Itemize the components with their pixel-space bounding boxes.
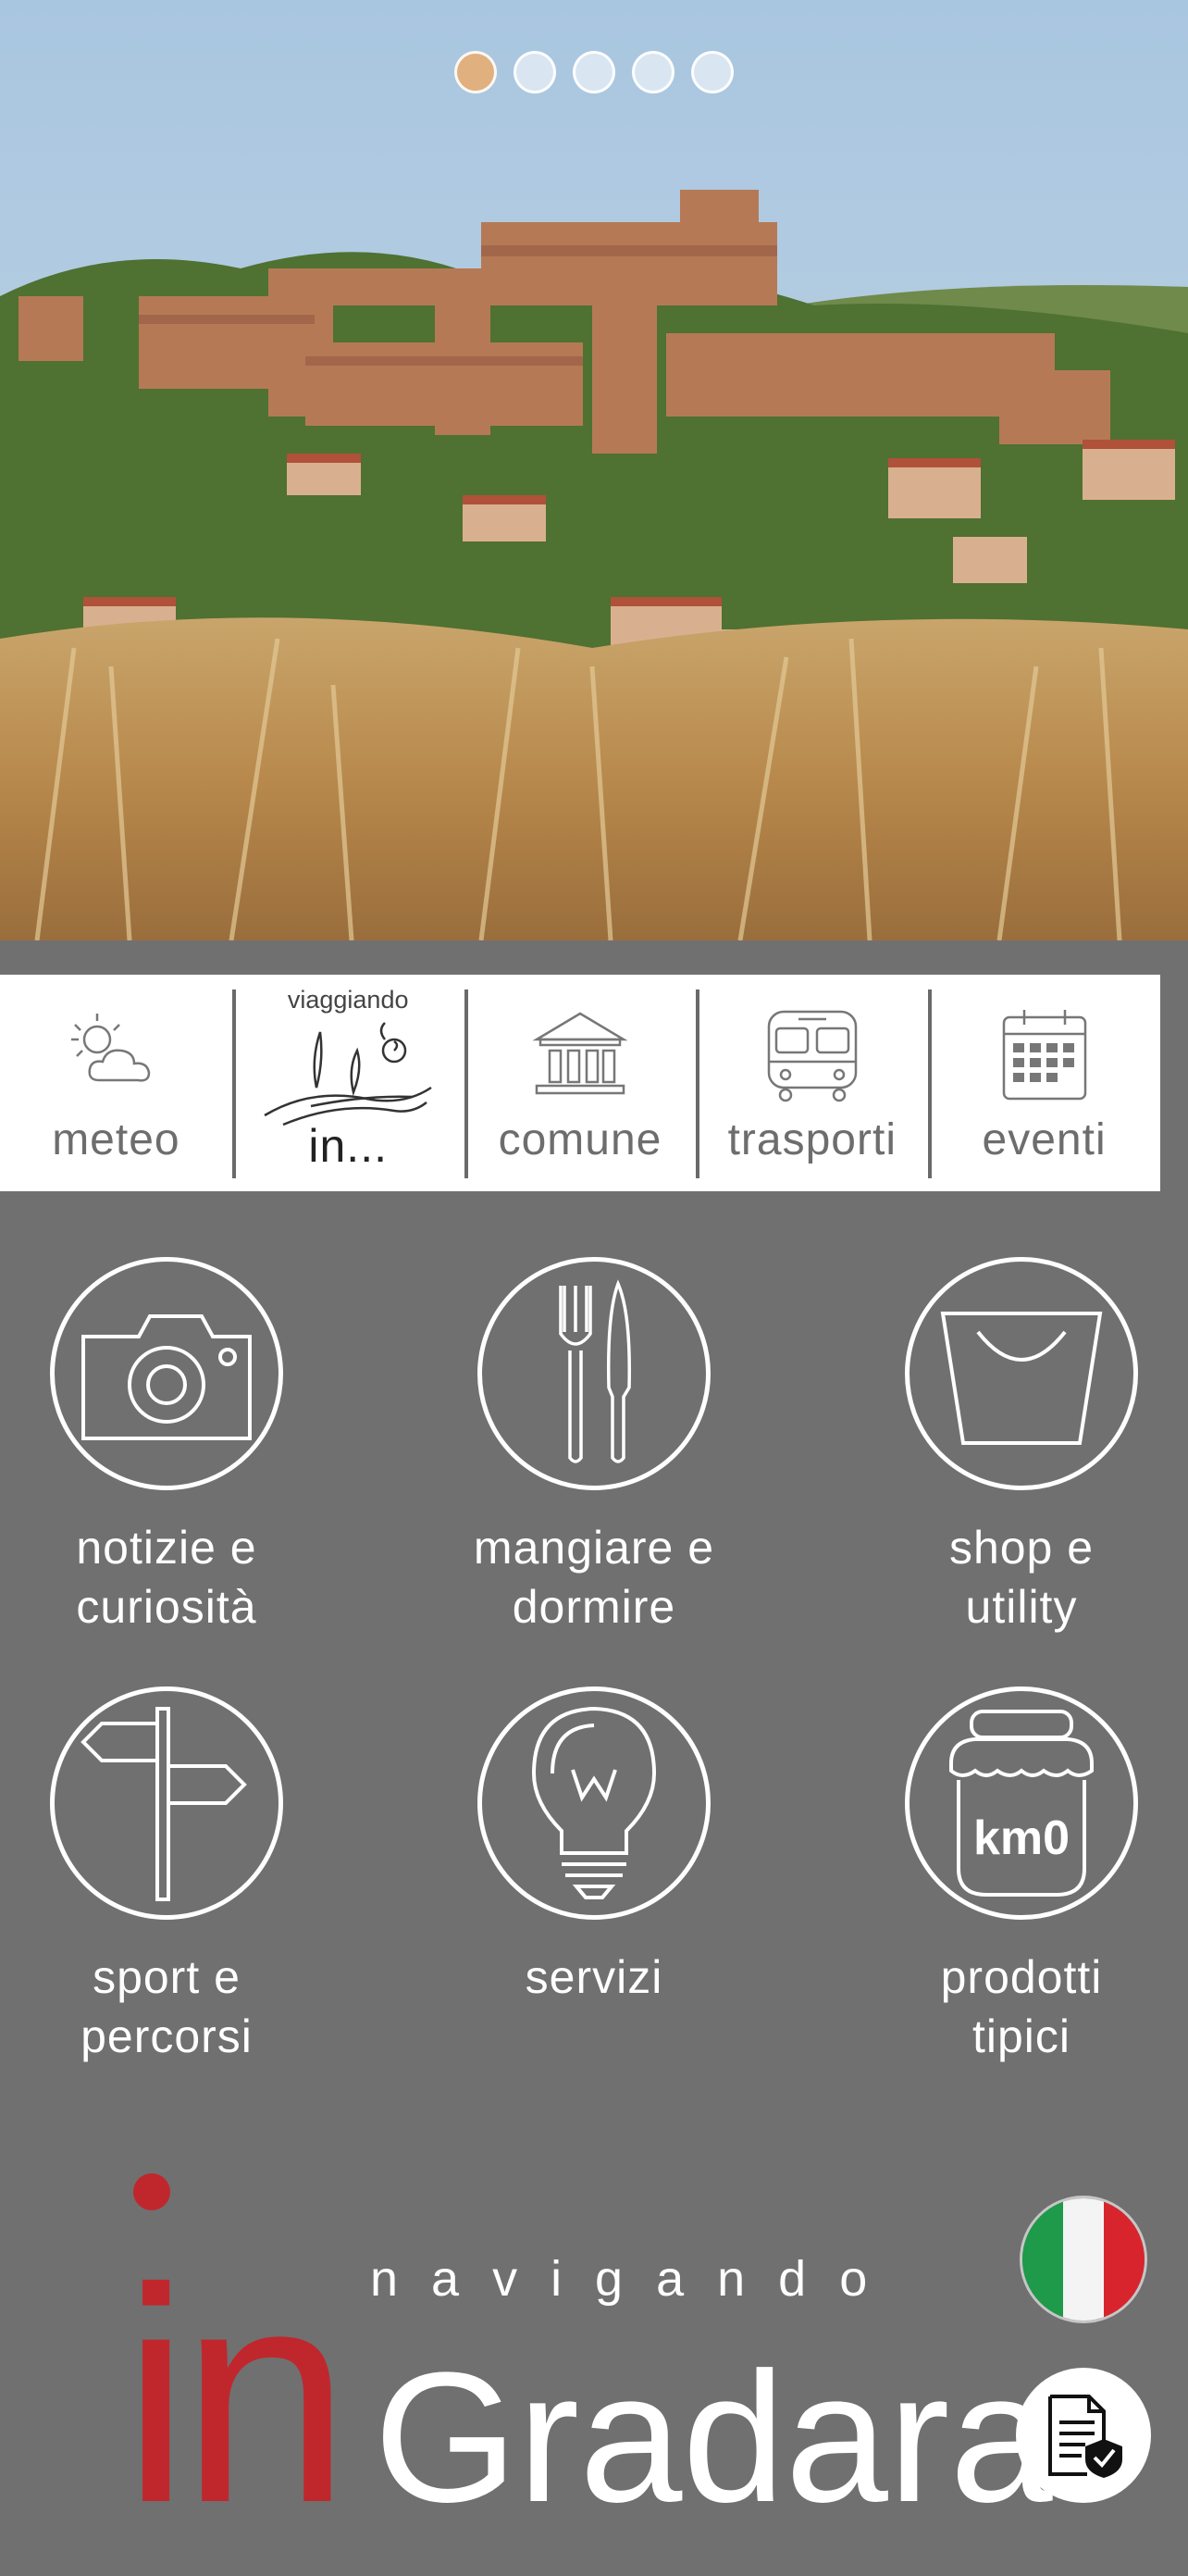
tile-label: sport e percorsi (80, 1951, 253, 2062)
brand-logo: in navigando Gradara (0, 2147, 1188, 2571)
jar-label: km0 (973, 1811, 1070, 1865)
jar-icon: km0 (949, 1710, 1094, 1897)
logo-name: Gradara (374, 2334, 1053, 2541)
carousel-dot[interactable] (632, 51, 674, 93)
cutlery-icon (559, 1279, 631, 1463)
tile-circle[interactable] (50, 1686, 283, 1920)
tile-circle[interactable] (905, 1257, 1138, 1490)
hero-image (0, 0, 1188, 940)
tile-circle[interactable]: km0 (905, 1686, 1138, 1920)
shopping-bag-icon (940, 1312, 1103, 1445)
carousel-indicators[interactable] (0, 51, 1188, 93)
carousel-dot[interactable] (573, 51, 615, 93)
viaggiando-logo-icon (264, 1022, 432, 1126)
tile-mangiare[interactable]: mangiare e dormire (409, 1257, 779, 1636)
tile-prodotti[interactable]: km0 prodotti tipici (836, 1686, 1188, 2066)
hero-carousel[interactable] (0, 0, 1188, 940)
logo-prefix: in (122, 2224, 341, 2566)
carousel-dot[interactable] (514, 51, 556, 93)
tile-label: notizie e curiosità (76, 1522, 257, 1633)
document-button[interactable] (1016, 2368, 1151, 2503)
tile-label: servizi (525, 1951, 663, 2003)
quick-nav-trasporti[interactable]: trasporti (696, 975, 928, 1191)
tile-circle[interactable] (477, 1686, 711, 1920)
quick-nav-label: trasporti (727, 1115, 897, 1164)
tile-label: shop e utility (948, 1522, 1095, 1633)
carousel-dot[interactable] (454, 51, 497, 93)
camera-icon (81, 1314, 252, 1440)
quick-nav-viaggiando[interactable]: viaggiando in... (231, 975, 464, 1191)
quick-nav-label: eventi (982, 1115, 1107, 1164)
viaggiando-label: viaggiando (287, 986, 409, 1014)
tile-shop[interactable]: shop e utility (836, 1257, 1188, 1636)
tile-servizi[interactable]: servizi (409, 1686, 779, 2007)
quick-nav-bar: meteo viaggiando in... comune trasporti … (0, 975, 1160, 1191)
logo-tagline: navigando (370, 2251, 900, 2307)
calendar-icon (1002, 1010, 1086, 1101)
signpost-icon (80, 1707, 247, 1901)
quick-nav-comune[interactable]: comune (464, 975, 697, 1191)
quick-nav-eventi[interactable]: eventi (928, 975, 1160, 1191)
lightbulb-icon (531, 1706, 657, 1899)
tile-circle[interactable] (50, 1257, 283, 1490)
tile-circle[interactable] (477, 1257, 711, 1490)
ingradara-logo: in navigando Gradara (122, 2173, 1053, 2566)
tile-label: mangiare e dormire (473, 1522, 715, 1633)
tile-notizie[interactable]: notizie e curiosità (0, 1257, 352, 1636)
tile-label: prodotti tipici (940, 1951, 1103, 2062)
document-check-icon (1048, 2395, 1122, 2478)
flag-white (1063, 2198, 1104, 2321)
quick-nav-meteo[interactable]: meteo (0, 975, 232, 1191)
quick-nav-label: meteo (52, 1115, 180, 1164)
weather-icon (71, 1014, 151, 1082)
bus-icon (767, 1010, 858, 1102)
quick-nav-label: comune (498, 1115, 662, 1164)
language-italian-flag-button[interactable] (1020, 2196, 1147, 2323)
town-hall-icon (532, 1012, 628, 1095)
tile-sport[interactable]: sport e percorsi (0, 1686, 352, 2066)
carousel-dot[interactable] (691, 51, 734, 93)
